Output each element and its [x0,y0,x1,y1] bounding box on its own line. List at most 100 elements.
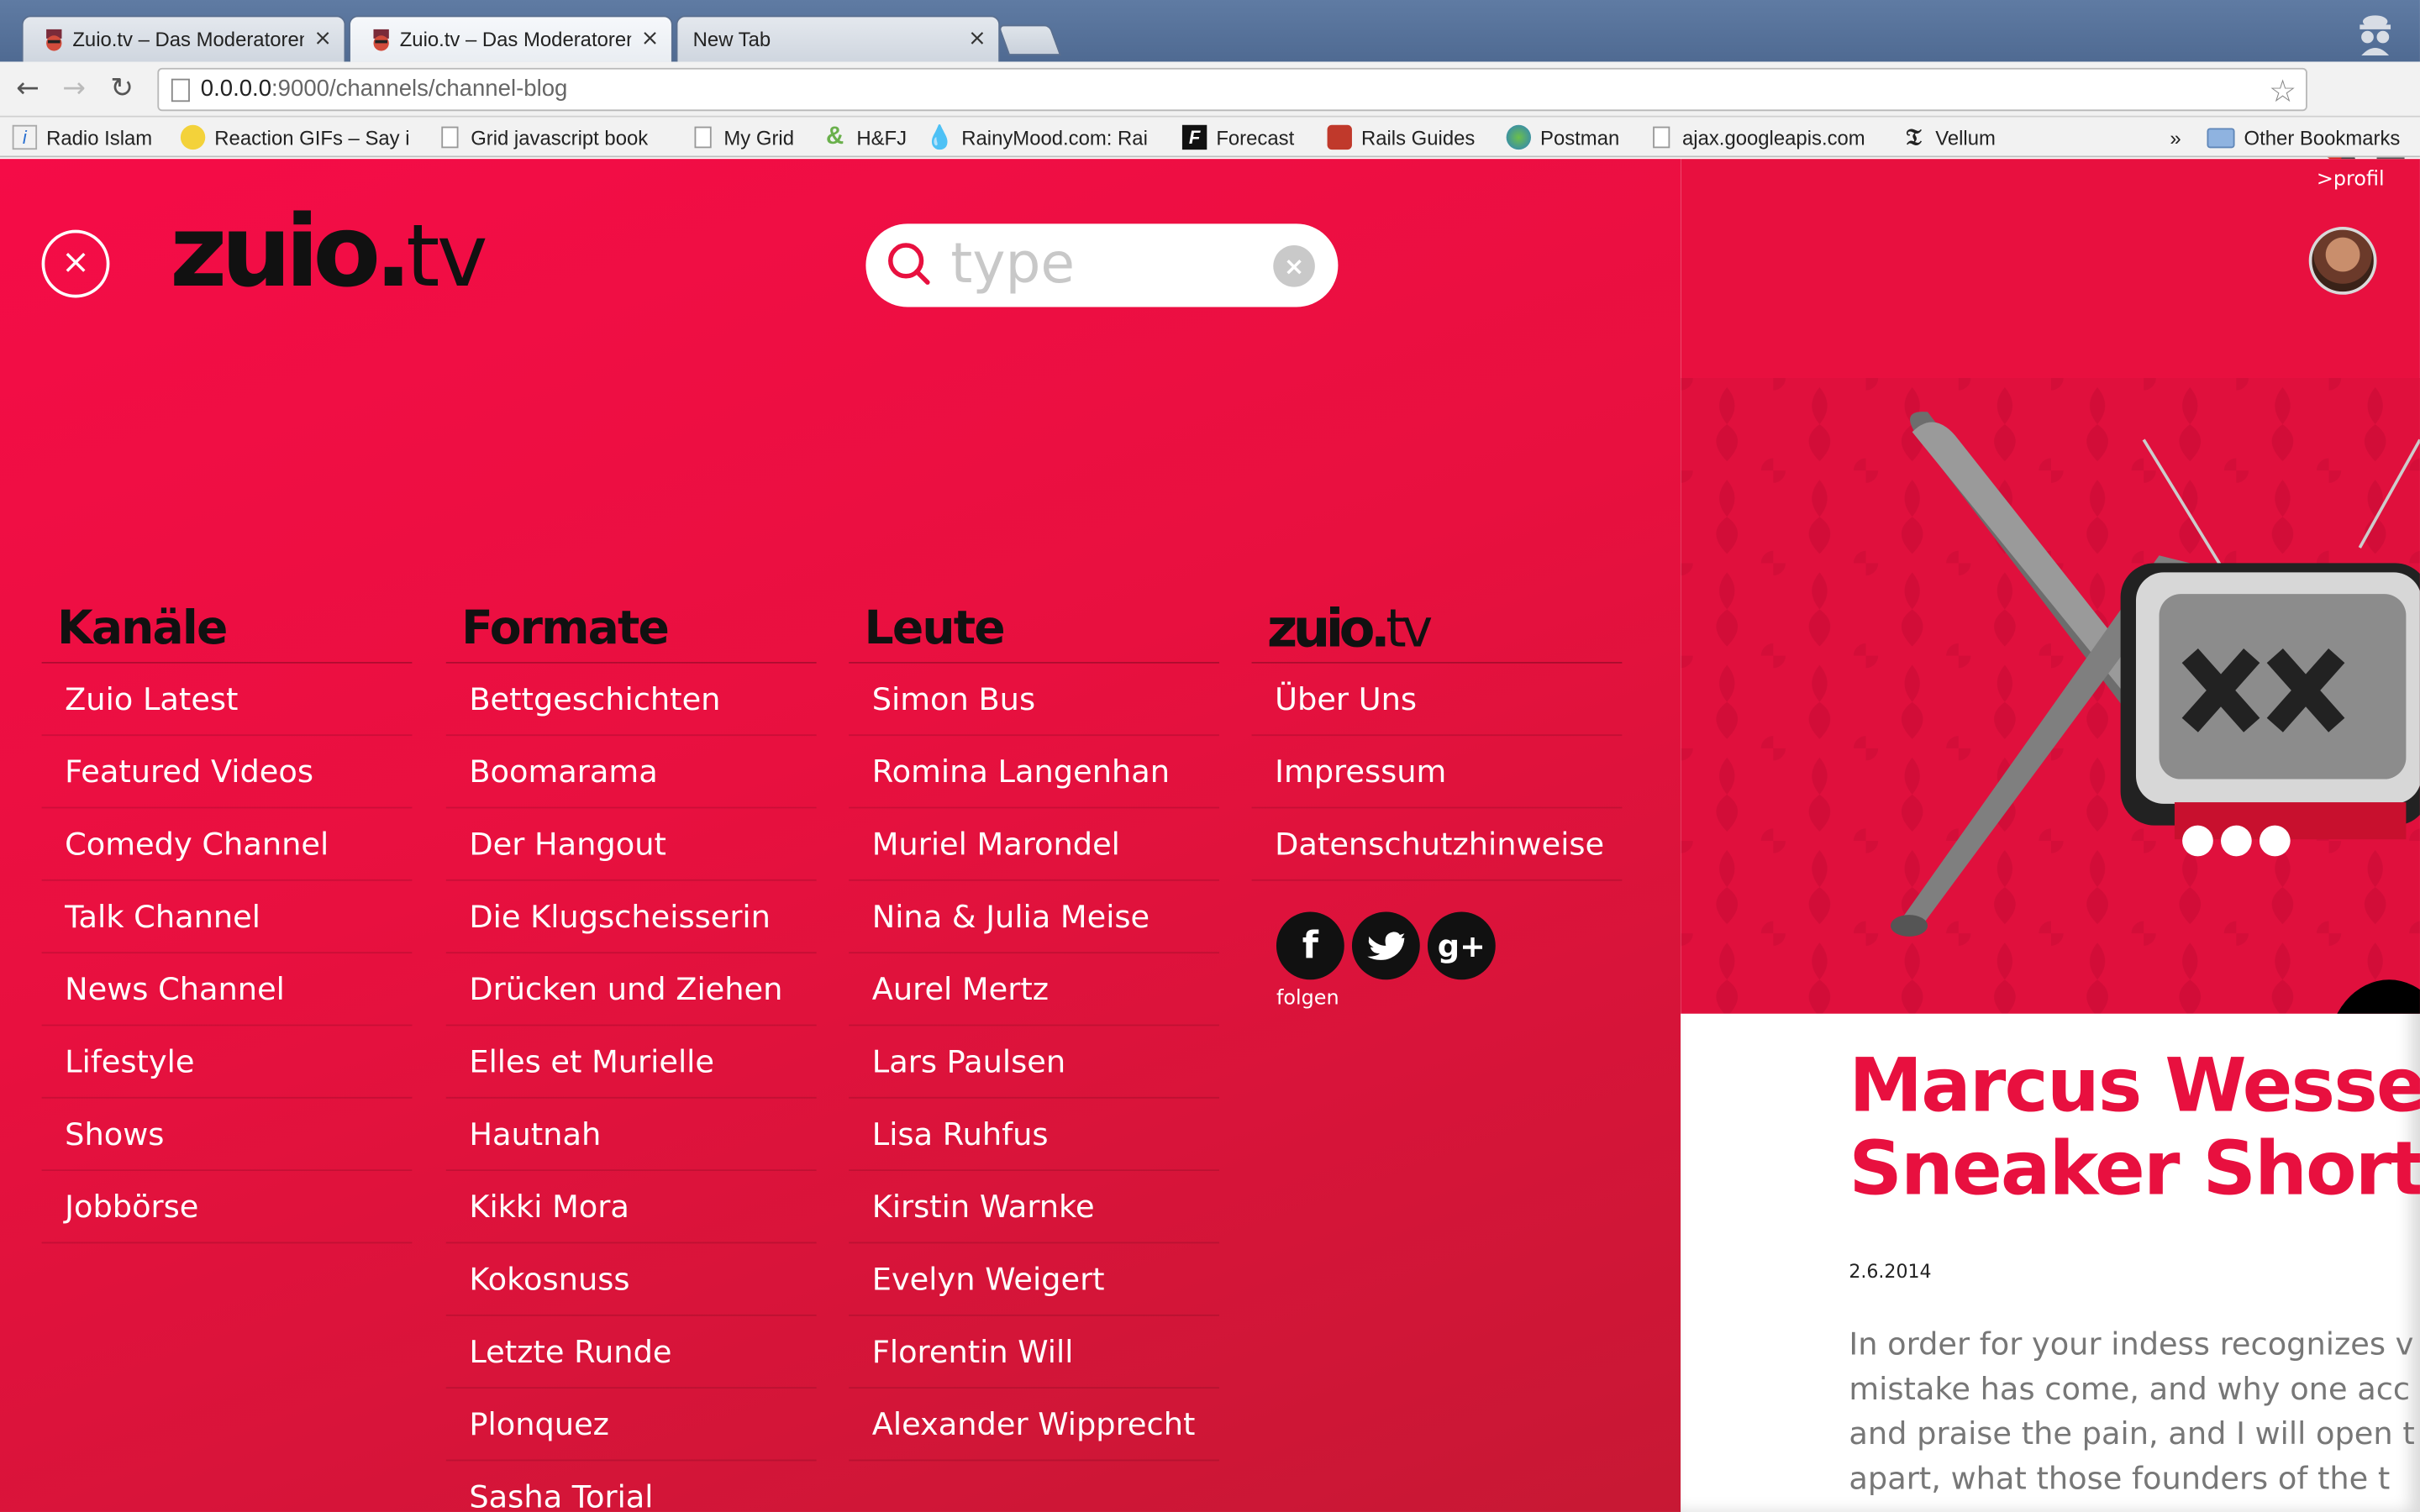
menu-item-format[interactable]: Kikki Mora [445,1171,817,1244]
menu-item-format[interactable]: Elles et Murielle [445,1026,817,1099]
tab-title: Zuio.tv – Das Moderatoren [72,28,304,51]
google-plus-icon[interactable]: g+ [1427,911,1496,980]
document-icon [441,126,459,149]
social-links: f g+ [1276,911,1496,980]
bookmarks-overflow-button[interactable]: » [2170,122,2181,153]
column-heading-logo: zuio.tv [1251,599,1623,664]
bookmark-grid-javascript[interactable]: Grid javascript book [439,122,664,153]
twitter-icon[interactable] [1351,911,1420,980]
tab-zuio-1[interactable]: Zuio.tv – Das Moderatoren × [21,15,346,62]
menu-item-person[interactable]: Florentin Will [849,1316,1219,1389]
menu-item-person[interactable]: Kirstin Warnke [849,1171,1219,1244]
tab-close-icon[interactable]: × [968,26,986,50]
tab-close-icon[interactable]: × [313,26,332,50]
search-input[interactable] [950,233,1260,295]
article-body: In order for your indess recognizes v mi… [1849,1325,2415,1497]
forward-arrow-icon[interactable]: → [59,73,90,105]
menu-item-format[interactable]: Letzte Runde [445,1316,817,1389]
menu-item-kanal[interactable]: Shows [41,1099,413,1172]
column-heading: Formate [445,599,817,664]
zuio-favicon-icon [373,29,389,51]
new-tab-button[interactable] [997,24,1061,56]
menu-item-person[interactable]: Evelyn Weigert [849,1243,1219,1316]
browser-toolbar: ← → ↻ 0.0.0.0:9000/channels/channel-blog… [0,61,2420,169]
facebook-icon[interactable]: f [1276,911,1344,980]
tab-title: New Tab [692,28,771,51]
bookmark-radio-islam[interactable]: i Radio Islam [12,122,167,153]
back-arrow-icon[interactable]: ← [13,73,44,105]
menu-item-person[interactable]: Romina Langenhan [849,736,1219,809]
clear-search-icon[interactable]: × [1273,245,1315,287]
close-menu-button[interactable]: × [41,229,110,298]
globe-icon [1506,124,1532,150]
bookmark-star-icon[interactable]: ☆ [2269,72,2296,109]
bookmark-ajax-googleapis[interactable]: ajax.googleapis.com [1649,122,1876,153]
profile-link[interactable]: >profil [2317,168,2385,192]
bookmark-my-grid[interactable]: My Grid [692,122,809,153]
tab-zuio-2[interactable]: Zuio.tv – Das Moderatoren × [349,15,673,62]
menu-item-kanal[interactable]: News Channel [41,953,413,1026]
menu-item-format[interactable]: Bettgeschichten [445,664,817,737]
bookmark-hfj[interactable]: & H&FJ [823,122,915,153]
hero-image: › f folgen [1681,377,2420,1014]
menu-item-person[interactable]: Muriel Marondel [849,808,1219,881]
url-text[interactable]: 0.0.0.0:9000/channels/channel-blog [201,76,568,102]
menu-item-kanal[interactable]: Jobbörse [41,1171,413,1244]
menu-item-impressum[interactable]: Impressum [1251,736,1623,809]
tab-close-icon[interactable]: × [641,26,660,50]
menu-item-format[interactable]: Kokosnuss [445,1243,817,1316]
raindrop-icon: 💧 [925,124,955,151]
menu-item-about[interactable]: Über Uns [1251,664,1623,737]
menu-item-person[interactable]: Simon Bus [849,664,1219,737]
incognito-icon [2360,15,2391,56]
menu-item-person[interactable]: Nina & Julia Meise [849,881,1219,954]
bookmark-postman[interactable]: Postman [1506,122,1630,153]
zuio-favicon-icon [46,29,62,51]
menu-item-person[interactable]: Lisa Ruhfus [849,1099,1219,1172]
column-heading: Leute [849,599,1219,664]
menu-item-person[interactable]: Lars Paulsen [849,1026,1219,1099]
twitter-bird-glyph [1367,932,1405,960]
zuio-logo[interactable]: zuio.tv [170,196,488,310]
reload-icon[interactable]: ↻ [107,73,138,105]
article-title[interactable]: Marcus Wesse Sneaker Short [1849,1044,2420,1210]
menu-item-kanal[interactable]: Comedy Channel [41,808,413,881]
menu-item-format[interactable]: Drücken und Ziehen [445,953,817,1026]
avatar[interactable] [2308,226,2377,295]
other-bookmarks-folder[interactable]: Other Bookmarks [2207,122,2400,153]
bookmark-rainymood[interactable]: 💧 RainyMood.com: Rai [925,122,1160,153]
column-leute: Leute Simon Bus Romina Langenhan Muriel … [849,599,1219,1462]
column-heading: Kanäle [41,599,413,664]
bookmark-vellum[interactable]: 𝔗 Vellum [1902,122,2010,153]
tab-new-tab[interactable]: New Tab × [676,15,1001,62]
folder-icon [2207,127,2235,148]
menu-item-format[interactable]: Der Hangout [445,808,817,881]
menu-item-person[interactable]: Aurel Mertz [849,953,1219,1026]
menu-item-kanal[interactable]: Talk Channel [41,881,413,954]
menu-item-format[interactable]: Sasha Torial [446,1461,817,1512]
column-zuio-tv: zuio.tv Über Uns Impressum Datenschutzhi… [1251,599,1623,881]
menu-item-format[interactable]: Plonquez [445,1389,817,1462]
bookmark-reaction-gifs[interactable]: Reaction GIFs – Say i [180,122,409,153]
menu-item-format[interactable]: Boomarama [445,736,817,809]
menu-item-person[interactable]: Alexander Wipprecht [849,1389,1219,1462]
navigation-overlay: × zuio.tv × Kanäle Zuio Latest Featured … [0,159,1681,1512]
bookmark-rails-guides[interactable]: Rails Guides [1327,122,1482,153]
menu-item-format[interactable]: Hautnah [445,1099,817,1172]
menu-item-privacy[interactable]: Datenschutzhinweise [1251,808,1623,881]
article-date: 2.6.2014 [1849,1260,1932,1283]
menu-item-format[interactable]: Die Klugscheisserin [445,881,817,954]
reaction-face-icon [180,124,206,150]
search-icon [888,243,930,285]
search-box[interactable]: × [865,223,1339,307]
bookmark-forecast[interactable]: F Forecast [1181,122,1306,153]
menu-item-kanal[interactable]: Lifestyle [41,1026,413,1099]
bookmarks-bar: i Radio Islam Reaction GIFs – Say i Grid … [0,117,2420,158]
forecast-f-icon: F [1181,124,1207,150]
tv-baseball-bats-illustration [1681,377,2420,1014]
article-panel: >profil Marcus Wesse Sneaker Short 2.6.2… [1681,159,2420,1512]
menu-item-kanal[interactable]: Featured Videos [41,736,413,809]
nyt-icon: 𝔗 [1906,123,1922,151]
menu-item-kanal[interactable]: Zuio Latest [41,664,413,737]
address-bar[interactable]: 0.0.0.0:9000/channels/channel-blog ☆ [157,67,2307,112]
